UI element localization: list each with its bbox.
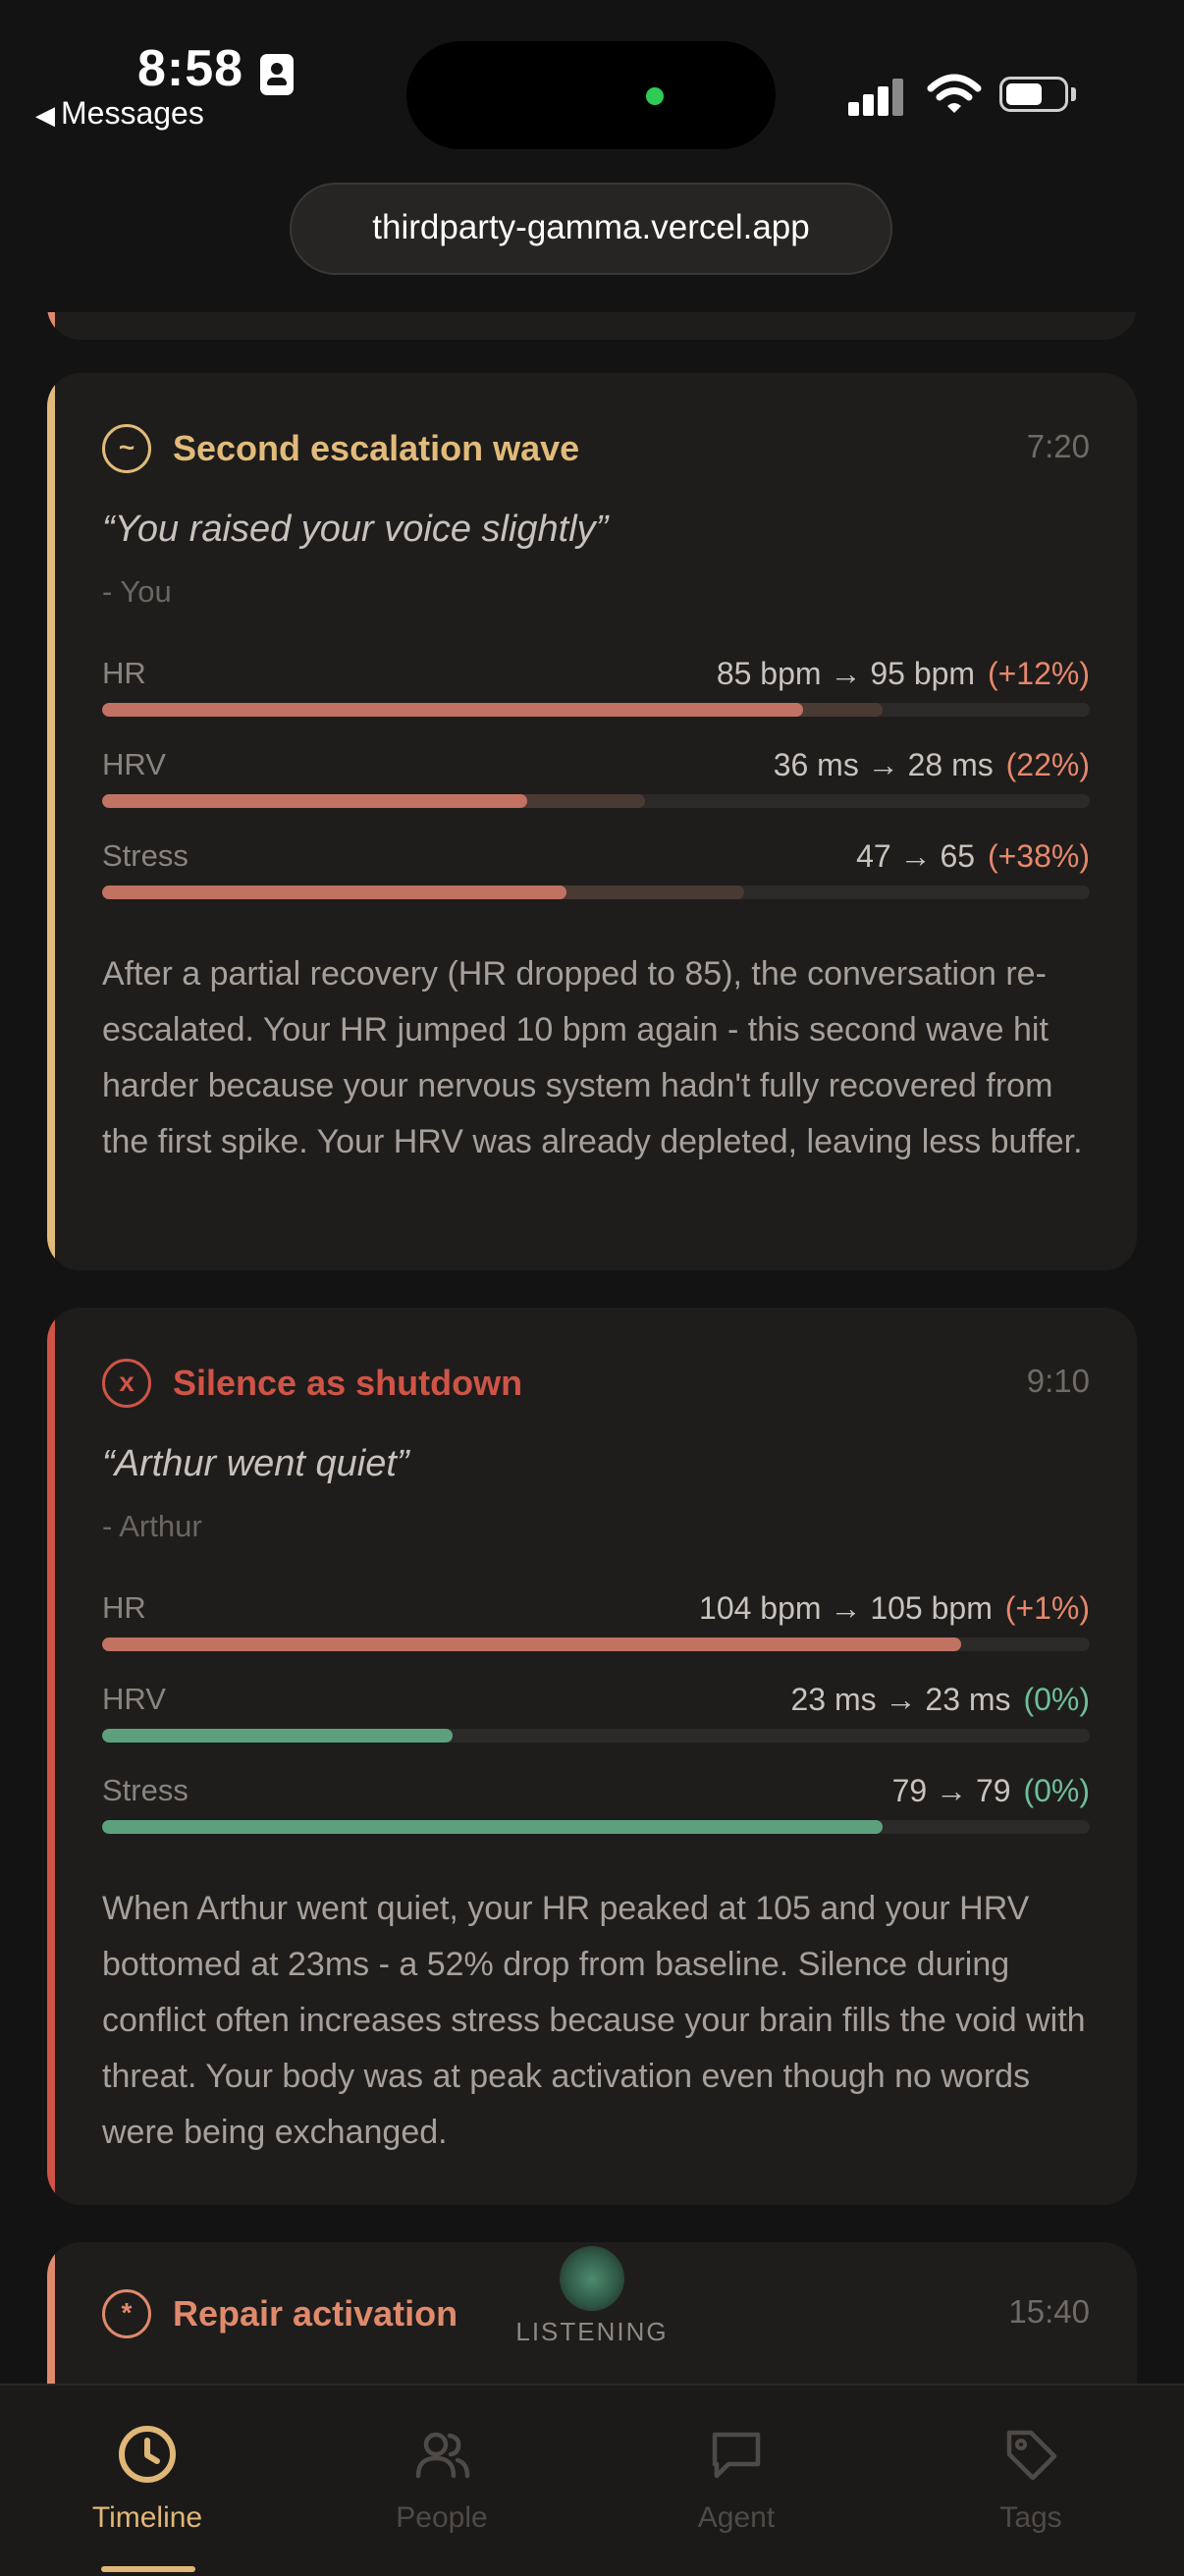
metric-bar-fill bbox=[102, 1820, 883, 1834]
metric-bar-track bbox=[102, 794, 1090, 808]
tab-label: Timeline bbox=[91, 2501, 203, 2534]
metric-hr: HR 104 bpm → 105 bpm (+1%) bbox=[102, 1590, 1090, 1659]
metric-label: Stress bbox=[102, 838, 188, 873]
event-card-silence-as-shutdown[interactable]: x Silence as shutdown 9:10 “Arthur went … bbox=[47, 1308, 1137, 2205]
cellular-signal-icon bbox=[848, 77, 907, 116]
metric-change: (0%) bbox=[1023, 1773, 1090, 1808]
metric-bar-fill bbox=[102, 794, 527, 808]
metric-stress: Stress 79 → 79 (0%) bbox=[102, 1773, 1090, 1842]
card-header: x Silence as shutdown 9:10 bbox=[102, 1359, 1090, 1418]
clock-icon bbox=[119, 2426, 176, 2483]
metric-stress: Stress 47 → 65 (+38%) bbox=[102, 838, 1090, 907]
metric-label: HR bbox=[102, 1590, 146, 1625]
people-icon bbox=[415, 2432, 470, 2479]
metric-value: 85 bpm → 95 bpm (+12%) bbox=[716, 656, 1090, 691]
metric-bar-track bbox=[102, 1637, 1090, 1651]
metric-change: (+12%) bbox=[987, 656, 1090, 691]
metric-value: 23 ms → 23 ms (0%) bbox=[790, 1682, 1090, 1717]
card-accent-stripe bbox=[47, 373, 55, 1270]
dynamic-island bbox=[406, 41, 776, 149]
metric-bar-track bbox=[102, 703, 1090, 717]
card-header: ~ Second escalation wave 7:20 bbox=[102, 424, 1090, 483]
back-to-messages-link[interactable]: ◀ Messages bbox=[35, 95, 204, 132]
metric-hr: HR 85 bpm → 95 bpm (+12%) bbox=[102, 656, 1090, 724]
card-attribution: - You bbox=[102, 574, 172, 609]
card-description: When Arthur went quiet, your HR peaked a… bbox=[102, 1890, 1086, 2151]
card-timestamp: 7:20 bbox=[1026, 428, 1090, 464]
metric-bar-track bbox=[102, 1729, 1090, 1743]
close-x-icon: x bbox=[102, 1359, 151, 1408]
metric-bar-fill bbox=[102, 703, 804, 717]
bottom-tab-bar: Timeline People Agent Tags bbox=[0, 2384, 1184, 2576]
card-accent-stripe bbox=[47, 1308, 55, 2205]
metric-change: (+38%) bbox=[987, 838, 1090, 874]
status-time: 8:58 bbox=[137, 40, 244, 97]
tab-agent[interactable]: Agent bbox=[589, 2386, 884, 2576]
metric-value: 104 bpm → 105 bpm (+1%) bbox=[699, 1590, 1090, 1626]
metric-change: (+1%) bbox=[1004, 1590, 1090, 1626]
metric-value: 47 → 65 (+38%) bbox=[856, 838, 1090, 874]
metric-hrv: HRV 36 ms → 28 ms (22%) bbox=[102, 747, 1090, 816]
wifi-icon bbox=[927, 74, 982, 113]
metric-label: HR bbox=[102, 656, 146, 690]
card-title: Second escalation wave bbox=[173, 428, 580, 468]
metric-bar-track bbox=[102, 1820, 1090, 1834]
back-arrow-icon: ◀ bbox=[35, 100, 55, 130]
url-address-bar[interactable]: thirdparty-gamma.vercel.app bbox=[290, 183, 892, 275]
metric-bar-fill bbox=[102, 1729, 454, 1743]
tab-label: Tags bbox=[999, 2501, 1062, 2534]
status-bar: 8:58 ◀ Messages bbox=[0, 0, 1184, 167]
battery-icon bbox=[999, 77, 1068, 112]
metric-label: HRV bbox=[102, 747, 166, 781]
card-title: Repair activation bbox=[173, 2293, 458, 2334]
card-timestamp: 15:40 bbox=[1008, 2293, 1090, 2330]
chat-bubble-icon bbox=[712, 2432, 761, 2479]
card-title: Silence as shutdown bbox=[173, 1363, 523, 1403]
listening-orb-icon[interactable] bbox=[560, 2246, 624, 2311]
metric-bar-fill bbox=[102, 1637, 962, 1651]
camera-indicator-icon bbox=[646, 87, 664, 105]
contact-card-icon bbox=[260, 54, 294, 95]
card-description: After a partial recovery (HR dropped to … bbox=[102, 955, 1083, 1160]
card-attribution: - Arthur bbox=[102, 1509, 202, 1543]
event-card-second-escalation-wave[interactable]: ~ Second escalation wave 7:20 “You raise… bbox=[47, 373, 1137, 1270]
card-quote: “You raised your voice slightly” bbox=[102, 509, 609, 550]
back-link-label: Messages bbox=[61, 95, 204, 131]
metric-change: (22%) bbox=[1005, 747, 1090, 782]
metric-value: 79 → 79 (0%) bbox=[891, 1773, 1090, 1808]
tab-people[interactable]: People bbox=[295, 2386, 589, 2576]
metric-change: (0%) bbox=[1023, 1682, 1090, 1717]
active-tab-indicator bbox=[101, 2566, 195, 2572]
tab-tags[interactable]: Tags bbox=[884, 2386, 1178, 2576]
wave-icon: ~ bbox=[102, 424, 151, 473]
metric-value: 36 ms → 28 ms (22%) bbox=[773, 747, 1090, 782]
battery-nub bbox=[1071, 87, 1076, 101]
metric-label: Stress bbox=[102, 1773, 188, 1807]
tab-label: Agent bbox=[697, 2501, 776, 2534]
card-quote: “Arthur went quiet” bbox=[102, 1443, 409, 1484]
listening-label: LISTENING bbox=[515, 2317, 669, 2346]
tab-timeline[interactable]: Timeline bbox=[0, 2386, 295, 2576]
metric-hrv: HRV 23 ms → 23 ms (0%) bbox=[102, 1682, 1090, 1750]
tab-label: People bbox=[396, 2501, 488, 2534]
tag-icon bbox=[1006, 2430, 1057, 2481]
metric-bar-track bbox=[102, 886, 1090, 899]
card-timestamp: 9:10 bbox=[1026, 1363, 1090, 1399]
metric-label: HRV bbox=[102, 1682, 166, 1716]
metric-bar-fill bbox=[102, 886, 566, 899]
asterisk-icon: * bbox=[102, 2289, 151, 2338]
